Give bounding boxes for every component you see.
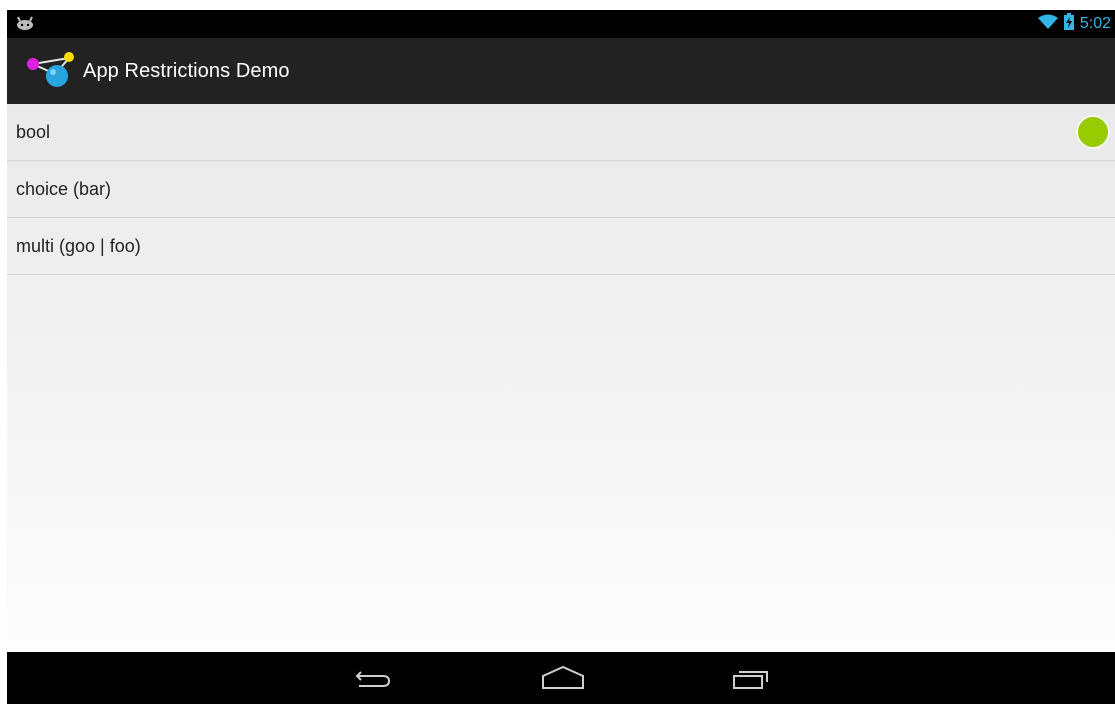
- restrictions-list: bool choice (bar) multi (goo | foo): [7, 104, 1115, 652]
- home-icon[interactable]: [539, 664, 587, 692]
- list-item-choice[interactable]: choice (bar): [7, 161, 1115, 218]
- status-clock: 5:02: [1079, 15, 1111, 32]
- navigation-bar: [7, 652, 1115, 704]
- list-item-label: bool: [16, 121, 51, 142]
- recent-apps-icon[interactable]: [729, 664, 777, 692]
- list-item-bool[interactable]: bool: [7, 104, 1115, 161]
- list-item-multi[interactable]: multi (goo | foo): [7, 218, 1115, 275]
- list-item-label: choice (bar): [16, 178, 112, 199]
- wifi-icon: [1037, 14, 1058, 35]
- status-bar: 5:02: [7, 10, 1115, 38]
- android-notification-icon: [16, 16, 34, 30]
- app-title: App Restrictions Demo: [83, 60, 290, 82]
- list-item-label: multi (goo | foo): [16, 235, 141, 256]
- app-restrictions-logo-icon[interactable]: [21, 50, 77, 90]
- back-icon[interactable]: [349, 664, 397, 692]
- status-icons: 5:02: [1037, 13, 1111, 35]
- action-bar: App Restrictions Demo: [7, 38, 1115, 104]
- device-screen: 5:02 App Restrictions Demo bool choice (…: [7, 10, 1115, 704]
- bool-toggle-indicator[interactable]: [1078, 117, 1108, 147]
- battery-charging-icon: [1063, 13, 1074, 35]
